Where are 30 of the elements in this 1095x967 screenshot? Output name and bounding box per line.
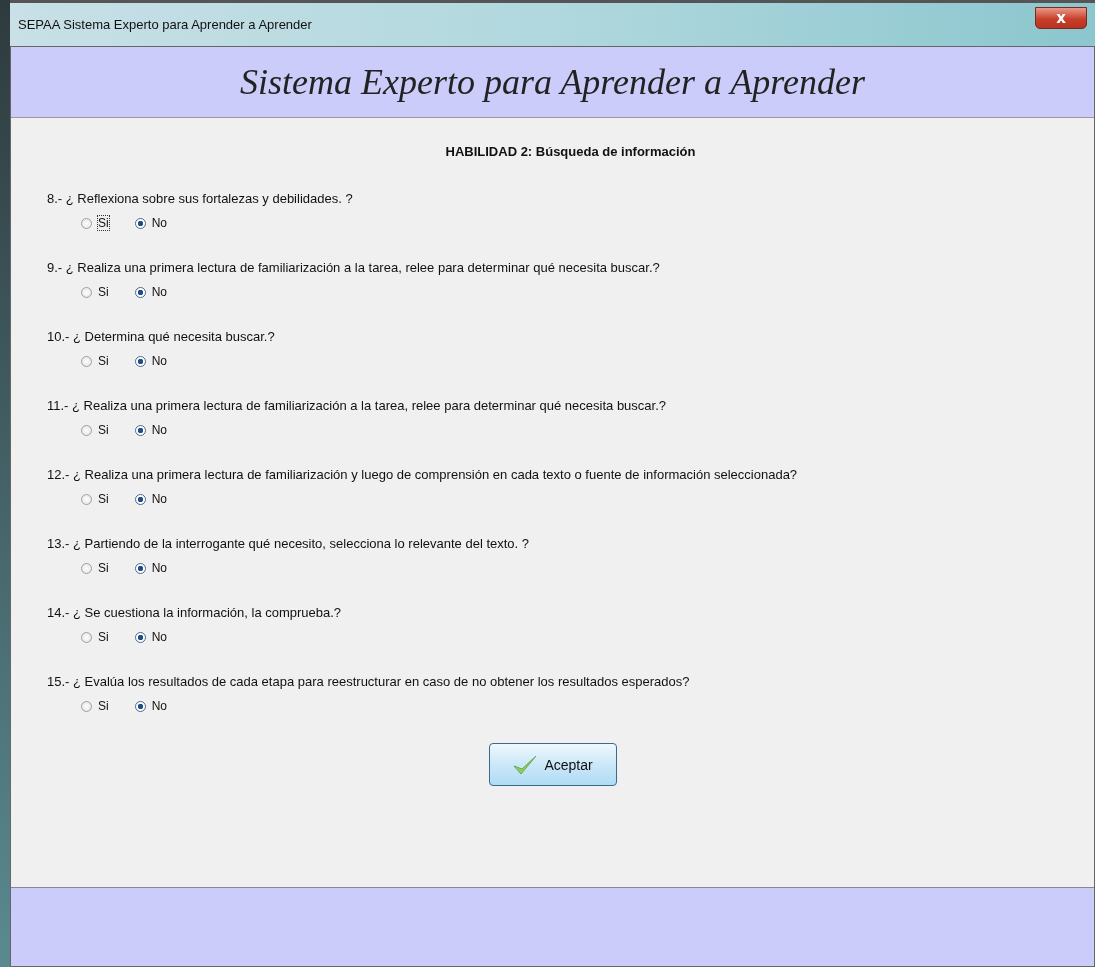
question-text: 12.- ¿ Realiza una primera lectura de familiarización y luego de comprensión en cada texto o fuente de información seleccionada?	[47, 466, 799, 484]
banner-title: Sistema Experto para Aprender a Aprender	[240, 61, 865, 103]
radio-option[interactable]: Si	[79, 215, 111, 231]
window-title: SEPAA Sistema Experto para Aprender a Aprender	[18, 17, 313, 32]
radio-option[interactable]: No	[132, 560, 169, 576]
question-text: 10.- ¿ Determina qué necesita buscar.?	[47, 328, 276, 346]
close-button[interactable]: x	[1035, 7, 1087, 29]
radio-option[interactable]: No	[132, 698, 169, 714]
accept-button[interactable]: Aceptar	[488, 743, 617, 786]
section-title: HABILIDAD 2: Búsqueda de información	[444, 143, 697, 161]
radio-option[interactable]: No	[132, 422, 169, 438]
question-text: 11.- ¿ Realiza una primera lectura de familiarización a la tarea, relee para determinar qué necesita buscar.?	[47, 397, 668, 415]
radio-option[interactable]: Si	[79, 698, 111, 714]
checkmark-icon	[512, 753, 539, 776]
radio-option[interactable]: No	[132, 629, 169, 645]
question-text: 14.- ¿ Se cuestiona la información, la comprueba.?	[47, 604, 343, 622]
radio-option[interactable]: Si	[79, 491, 111, 507]
radio-option[interactable]: No	[132, 491, 169, 507]
radio-option[interactable]: No	[132, 353, 169, 369]
radio-option[interactable]: No	[132, 284, 169, 300]
radio-option[interactable]: Si	[79, 353, 111, 369]
radio-option[interactable]: Si	[79, 284, 111, 300]
question-text: 13.- ¿ Partiendo de la interrogante qué necesito, selecciona lo relevante del texto. ?	[47, 535, 531, 553]
radio-option[interactable]: No	[132, 215, 169, 231]
question-text: 15.- ¿ Evalúa los resultados de cada etapa para reestructurar en caso de no obtener los resultados esperados?	[47, 673, 691, 691]
radio-option[interactable]: Si	[79, 422, 111, 438]
question-text: 8.- ¿ Reflexiona sobre sus fortalezas y debilidades. ?	[47, 190, 354, 208]
radio-option[interactable]: Si	[79, 560, 111, 576]
radio-option[interactable]: Si	[79, 629, 111, 645]
question-text: 9.- ¿ Realiza una primera lectura de familiarización a la tarea, relee para determinar qué necesita buscar.?	[47, 259, 661, 277]
